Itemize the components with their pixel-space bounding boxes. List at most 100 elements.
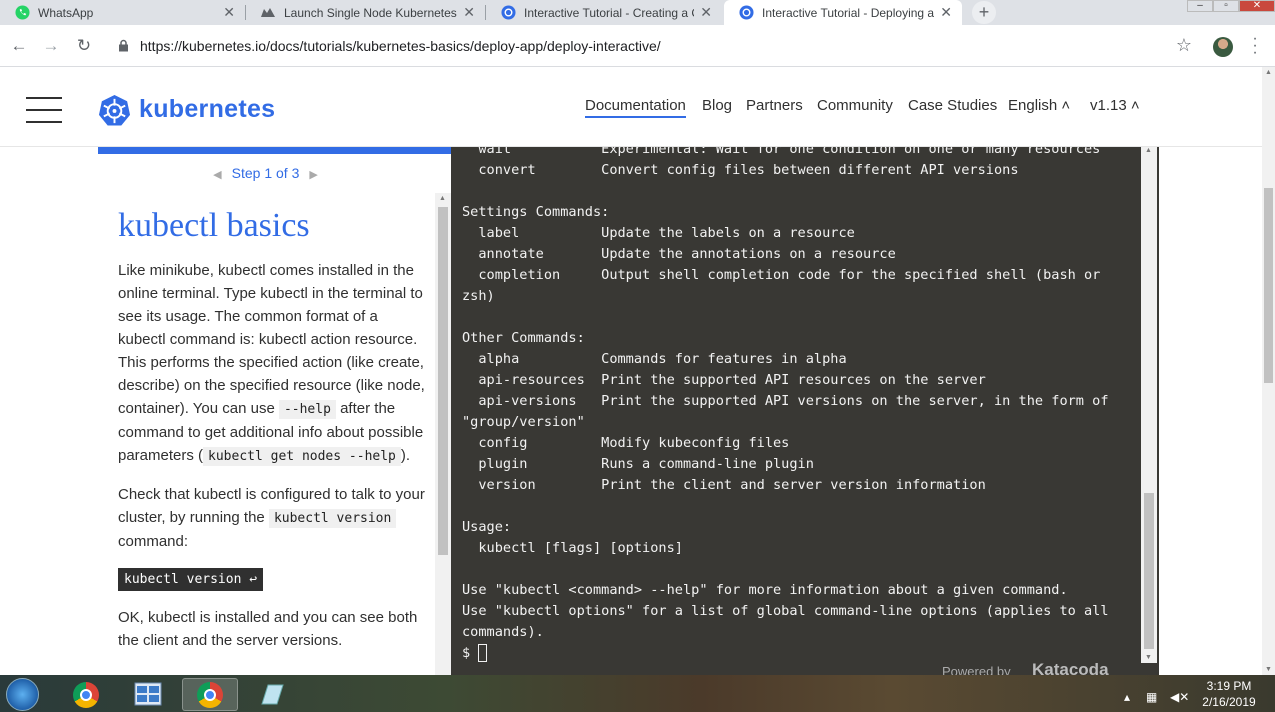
- tab-strip: WhatsApp ✕ Launch Single Node Kubernetes…: [0, 0, 1275, 25]
- taskbar-chrome-icon[interactable]: [58, 678, 114, 711]
- terminal-line: plugin Runs a command-line plugin: [462, 456, 814, 472]
- terminal-line: "group/version": [462, 414, 585, 430]
- terminal-line: version Print the client and server vers…: [462, 477, 986, 493]
- close-icon[interactable]: ✕: [223, 4, 235, 21]
- run-command-button[interactable]: kubectl version ↩: [118, 568, 264, 591]
- volume-muted-icon[interactable]: ◀✕: [1170, 690, 1189, 704]
- tab-title: Interactive Tutorial - Deploying a: [762, 5, 935, 20]
- address-bar[interactable]: https://kubernetes.io/docs/tutorials/kub…: [108, 30, 1202, 62]
- nav-language-dropdown[interactable]: English ˄: [1008, 97, 1070, 114]
- taskbar-app-icon[interactable]: [244, 678, 300, 711]
- nav-documentation[interactable]: Documentation: [585, 97, 686, 118]
- next-step-icon[interactable]: ▶: [309, 169, 317, 181]
- tutorial-content: kubectl basics Like minikube, kubectl co…: [98, 195, 435, 675]
- previous-step-icon[interactable]: ◀: [213, 169, 221, 181]
- scrollbar-thumb[interactable]: [438, 207, 448, 555]
- tab-title: Launch Single Node Kubernetes: [284, 5, 457, 20]
- scroll-up-icon[interactable]: ▲: [439, 195, 446, 202]
- terminal-line: Settings Commands:: [462, 204, 610, 220]
- tutorial-scrollbar[interactable]: ▲: [435, 193, 451, 675]
- terminal-line: commands).: [462, 624, 544, 640]
- text-span: Like minikube, kubectl comes installed i…: [118, 262, 425, 417]
- scroll-up-icon[interactable]: ▲: [1145, 147, 1152, 154]
- system-clock[interactable]: 3:19 PM 2/16/2019: [1196, 678, 1262, 710]
- reload-icon[interactable]: ↻: [73, 35, 95, 57]
- terminal-line: label Update the labels on a resource: [462, 225, 855, 241]
- text-span: command:: [118, 533, 189, 550]
- close-icon[interactable]: ✕: [463, 4, 475, 21]
- katacoda-icon: [260, 5, 276, 21]
- start-button[interactable]: [6, 678, 39, 711]
- inline-code: kubectl version: [268, 509, 397, 528]
- nav-partners[interactable]: Partners: [746, 97, 803, 114]
- scrollbar-thumb[interactable]: [1264, 188, 1273, 383]
- terminal-cursor: [478, 644, 488, 662]
- tab-title: WhatsApp: [38, 5, 94, 20]
- network-icon[interactable]: ▦: [1146, 690, 1157, 704]
- terminal-line: config Modify kubeconfig files: [462, 435, 790, 451]
- scroll-up-icon[interactable]: ▲: [1265, 69, 1272, 76]
- close-icon[interactable]: ✕: [700, 4, 712, 21]
- scroll-down-icon[interactable]: ▼: [1265, 666, 1272, 673]
- nav-community[interactable]: Community: [817, 97, 893, 114]
- control-panel-icon: [134, 682, 162, 705]
- text-span: ).: [400, 447, 411, 464]
- site-header: kubernetes Documentation Blog Partners C…: [0, 67, 1262, 147]
- url-text: https://kubernetes.io/docs/tutorials/kub…: [140, 38, 661, 54]
- terminal-line: alpha Commands for features in alpha: [462, 351, 847, 367]
- tab-deploying-app[interactable]: Interactive Tutorial - Deploying a ✕: [724, 0, 962, 25]
- terminal-line: api-versions Print the supported API ver…: [462, 393, 1109, 409]
- kubernetes-icon: [500, 5, 516, 21]
- step-navigation: ◀ Step 1 of 3 ▶: [98, 165, 433, 181]
- taskbar-chrome-active[interactable]: [182, 678, 238, 711]
- terminal-prompt-line[interactable]: $: [462, 643, 1109, 664]
- taskbar-control-panel-icon[interactable]: [120, 678, 176, 711]
- terminal-line: wait Experimental: Wait for one conditio…: [462, 147, 1101, 157]
- window-controls: – ▫ ✕: [1187, 0, 1275, 12]
- menu-kebab-icon[interactable]: · · ·: [1250, 31, 1260, 61]
- terminal-line: Use "kubectl options" for a list of glob…: [462, 603, 1109, 619]
- terminal-line: completion Output shell completion code …: [462, 267, 1101, 283]
- back-arrow-icon[interactable]: ←: [8, 35, 30, 57]
- window-close-button[interactable]: ✕: [1239, 0, 1275, 12]
- close-icon[interactable]: ✕: [940, 4, 952, 21]
- terminal-line: Usage:: [462, 519, 512, 535]
- kubernetes-icon: [738, 5, 754, 21]
- hamburger-menu-icon[interactable]: [26, 97, 62, 123]
- forward-arrow-icon[interactable]: →: [40, 35, 62, 57]
- scrollbar-thumb[interactable]: [1144, 493, 1154, 649]
- nav-blog[interactable]: Blog: [702, 97, 732, 114]
- maximize-button[interactable]: ▫: [1213, 0, 1239, 12]
- terminal-prompt: $: [462, 645, 471, 661]
- tab-katacoda[interactable]: Launch Single Node Kubernetes ✕: [246, 0, 485, 25]
- scroll-down-icon[interactable]: ▼: [1145, 654, 1152, 661]
- brand-name[interactable]: kubernetes: [139, 95, 275, 124]
- kubernetes-logo-icon[interactable]: [98, 94, 131, 127]
- nav-version-dropdown[interactable]: v1.13 ˄: [1090, 97, 1140, 114]
- whatsapp-icon: [14, 5, 30, 21]
- terminal-line: zsh): [462, 288, 495, 304]
- terminal-output: wait Experimental: Wait for one conditio…: [462, 147, 1109, 664]
- terminal-scrollbar[interactable]: ▲ ▼: [1141, 147, 1157, 663]
- bookmark-star-icon[interactable]: ☆: [1176, 35, 1192, 56]
- document-icon: [261, 684, 284, 704]
- tab-title: Interactive Tutorial - Creating a C: [524, 5, 695, 20]
- tab-whatsapp[interactable]: WhatsApp ✕: [0, 0, 245, 25]
- new-tab-button[interactable]: +: [972, 1, 996, 24]
- terminal-line: annotate Update the annotations on a res…: [462, 246, 896, 262]
- page-scrollbar[interactable]: ▲ ▼: [1262, 67, 1275, 675]
- tutorial-paragraph: Like minikube, kubectl comes installed i…: [118, 259, 425, 468]
- tab-creating-cluster[interactable]: Interactive Tutorial - Creating a C ✕: [486, 0, 722, 25]
- terminal[interactable]: wait Experimental: Wait for one conditio…: [451, 147, 1159, 675]
- terminal-line: Other Commands:: [462, 330, 585, 346]
- profile-avatar[interactable]: [1213, 37, 1233, 57]
- tutorial-panel-accent: [98, 147, 451, 154]
- terminal-line: kubectl [flags] [options]: [462, 540, 683, 556]
- minimize-button[interactable]: –: [1187, 0, 1213, 12]
- nav-case-studies[interactable]: Case Studies: [908, 97, 997, 114]
- tray-expand-icon[interactable]: ▴: [1124, 690, 1130, 704]
- tutorial-title: kubectl basics: [118, 207, 310, 244]
